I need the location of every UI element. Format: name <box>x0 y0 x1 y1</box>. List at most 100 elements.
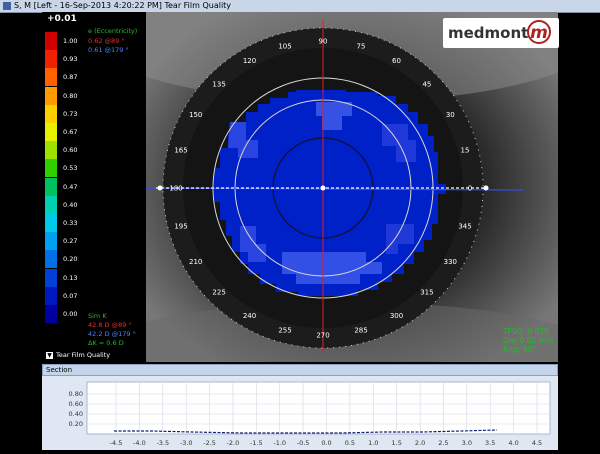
axis-label: 180 <box>169 185 182 193</box>
section-x-tick: 1.0 <box>368 439 378 447</box>
scale-swatch <box>45 141 57 160</box>
legend-panel <box>42 12 146 362</box>
center-marker <box>320 185 326 191</box>
dis-value: Dis: 0.02 mm <box>503 336 554 345</box>
axis-label: 270 <box>316 332 329 340</box>
scale-label: 0.00 <box>63 310 78 318</box>
scale-swatch <box>45 86 57 105</box>
section-x-tick: -4.5 <box>110 439 123 447</box>
section-chart: 0.80 0.60 0.40 0.20 -4.5 -4.0 -3.5 -3.0 -2.5 -2.… <box>69 381 551 447</box>
scale-label: 0.47 <box>63 182 78 191</box>
eccentricity-title: e (Eccentricity) <box>88 27 138 35</box>
scale-swatch <box>45 159 57 178</box>
axis-label: 135 <box>212 81 225 89</box>
axis-label: 285 <box>354 327 367 335</box>
section-header[interactable]: Section <box>42 364 558 376</box>
axis-label: 165 <box>174 147 187 155</box>
section-x-tick: -3.5 <box>156 439 169 447</box>
axis-label: 345 <box>458 223 471 231</box>
axis-label: 225 <box>212 288 225 296</box>
topography-map[interactable]: 90 75 60 45 30 15 0 345 330 315 300 285 270 255 240 225… <box>146 12 558 362</box>
axis-label: 255 <box>278 327 291 335</box>
section-x-tick: 2.0 <box>415 439 425 447</box>
simk-delta: ΔK = 0.6 D <box>88 339 124 347</box>
section-y-tick: 0.80 <box>69 390 83 398</box>
simk-value-1: 42.8 D @89 ° <box>88 321 132 329</box>
section-x-tick: 2.5 <box>438 439 448 447</box>
section-x-tick: 4.0 <box>508 439 518 447</box>
app-icon <box>3 2 11 10</box>
medmont-logo: medmont m <box>443 18 559 48</box>
eccentricity-value-2: 0.61 @179 ° <box>88 46 129 54</box>
scale-top-value: +0.01 <box>47 14 77 24</box>
window-title: S, M [Left - 16-Sep-2013 4:20:22 PM] Tea… <box>14 1 232 10</box>
axis-label: 60 <box>392 57 401 65</box>
scale-swatch <box>45 123 57 141</box>
section-y-tick: 0.20 <box>69 420 83 428</box>
section-x-tick: -4.0 <box>133 439 146 447</box>
scale-swatch <box>45 305 57 323</box>
scale-label: 0.93 <box>63 55 78 64</box>
section-x-tick: -2.0 <box>227 439 240 447</box>
section-plot-area <box>86 381 551 435</box>
scale-label: 0.13 <box>63 273 78 282</box>
scale-label: 0.20 <box>63 255 78 264</box>
ang-value: Ang: 90° <box>503 345 536 354</box>
meridian-end-right <box>483 185 489 191</box>
section-y-tick: 0.60 <box>69 400 83 408</box>
axis-label: 240 <box>243 312 256 320</box>
simk-value-2: 42.2 D @179 ° <box>88 330 136 338</box>
scale-swatch <box>45 50 57 69</box>
section-x-tick: -1.0 <box>273 439 286 447</box>
section-x-ticks: -4.5 -4.0 -3.5 -3.0 -2.5 -2.0 -1.5 -1.0 -0.5 0.0 0… <box>110 439 543 447</box>
section-y-ticks: 0.80 0.60 0.40 0.20 <box>69 390 83 428</box>
scale-swatch <box>45 250 57 269</box>
scale-swatch <box>45 68 57 87</box>
scale-label: 0.33 <box>63 219 78 227</box>
section-x-tick: -3.0 <box>180 439 193 447</box>
section-x-tick: -1.5 <box>250 439 263 447</box>
axis-label: 315 <box>420 288 433 296</box>
axis-label: 90 <box>319 38 328 46</box>
axis-label: 75 <box>357 43 366 51</box>
map-type-label: Tear Film Quality <box>56 351 111 359</box>
scale-swatch <box>45 32 57 50</box>
section-x-tick: 1.5 <box>392 439 402 447</box>
logo-text: medmont <box>448 24 529 42</box>
scale-label: 0.53 <box>63 164 78 173</box>
section-x-tick: 4.5 <box>532 439 542 447</box>
meridian-end-left <box>157 185 163 191</box>
axis-label: 150 <box>189 111 202 119</box>
section-title: Section <box>46 366 73 374</box>
axis-label: 330 <box>444 258 457 266</box>
scale-label: 0.07 <box>63 291 78 300</box>
scale-swatch <box>45 232 57 251</box>
section-x-tick: -2.5 <box>203 439 216 447</box>
scale-label: 1.00 <box>63 37 78 45</box>
scale-label: 0.27 <box>63 237 78 246</box>
chevron-down-icon[interactable]: ▼ <box>46 351 53 359</box>
scale-label: 0.73 <box>63 109 78 118</box>
axis-label: 45 <box>422 81 431 89</box>
scale-swatch <box>45 268 57 287</box>
scale-label: 0.67 <box>63 128 78 136</box>
scale-swatch <box>45 195 57 214</box>
section-panel: 0.80 0.60 0.40 0.20 -4.5 -4.0 -3.5 -3.0 -2.5 -2.… <box>42 376 558 450</box>
axis-label: 15 <box>461 147 470 155</box>
tfsq-value: TFSQ: 0.030 <box>503 327 549 336</box>
section-x-tick: 0.0 <box>321 439 331 447</box>
eccentricity-value-1: 0.62 @89 ° <box>88 37 125 45</box>
map-type-selector[interactable]: ▼ Tear Film Quality <box>46 351 110 359</box>
scale-swatch <box>45 177 57 196</box>
section-x-tick: 3.5 <box>485 439 495 447</box>
map-canvas: 9075604530150345330315300285270255240225… <box>146 12 558 362</box>
axis-label: 210 <box>189 258 202 266</box>
section-y-tick: 0.40 <box>69 410 83 418</box>
axis-label: 105 <box>278 43 291 51</box>
scale-swatch <box>45 286 57 305</box>
axis-label: 120 <box>243 57 256 65</box>
axis-label: 300 <box>390 312 403 320</box>
scale-label: 0.80 <box>63 91 78 100</box>
logo-mark: m <box>527 20 551 44</box>
axis-label: 0 <box>468 185 472 193</box>
